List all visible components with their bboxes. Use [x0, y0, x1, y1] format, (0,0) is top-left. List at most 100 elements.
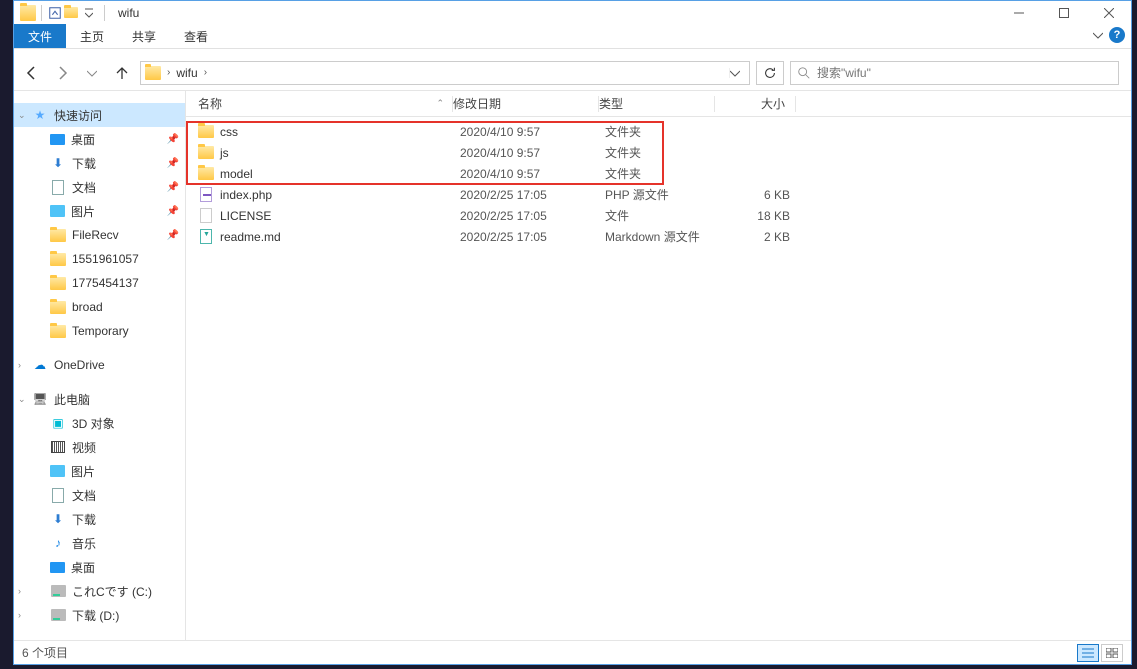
document-icon	[50, 179, 66, 195]
qat-properties-icon[interactable]	[47, 5, 63, 21]
column-size[interactable]: 大小	[715, 95, 795, 112]
chevron-right-icon[interactable]: ›	[18, 586, 21, 596]
qat-customize-icon[interactable]	[83, 5, 95, 21]
chevron-right-icon[interactable]: ›	[202, 67, 209, 78]
file-row[interactable]: js2020/4/10 9:57文件夹	[186, 142, 1131, 163]
video-icon	[50, 439, 66, 455]
status-bar: 6 个项目	[14, 640, 1131, 664]
address-history-dropdown[interactable]	[729, 68, 749, 78]
file-date: 2020/2/25 17:05	[460, 188, 605, 202]
sidebar-item-folder[interactable]: Temporary	[14, 319, 185, 343]
up-button[interactable]	[110, 61, 134, 85]
chevron-right-icon[interactable]: ›	[18, 610, 21, 620]
disk-icon	[50, 583, 66, 599]
file-date: 2020/2/25 17:05	[460, 209, 605, 223]
pin-icon: 📌	[167, 182, 179, 193]
close-button[interactable]	[1086, 1, 1131, 24]
body: ⌄ ★ 快速访问 桌面📌 ⬇下载📌 文档📌 图片📌 FileRecv📌 1551…	[14, 91, 1131, 640]
tab-file[interactable]: 文件	[14, 24, 66, 48]
sidebar-item-folder[interactable]: 1551961057	[14, 247, 185, 271]
sidebar-item-label: 图片	[71, 463, 95, 480]
help-icon[interactable]: ?	[1109, 27, 1125, 43]
cloud-icon: ☁	[32, 357, 48, 373]
sidebar-item-onedrive[interactable]: ›☁OneDrive	[14, 353, 185, 377]
music-icon: ♪	[50, 535, 66, 551]
view-details-button[interactable]	[1077, 644, 1099, 662]
sidebar-item-cdisk[interactable]: › これCです (C:)	[14, 579, 185, 603]
sidebar-item-label: FileRecv	[72, 228, 119, 242]
address-bar[interactable]: › wifu ›	[140, 61, 750, 85]
pin-icon: 📌	[167, 134, 179, 145]
sidebar-item-videos[interactable]: 视频	[14, 435, 185, 459]
file-type: Markdown 源文件	[605, 228, 720, 245]
file-row[interactable]: readme.md2020/2/25 17:05Markdown 源文件2 KB	[186, 226, 1131, 247]
tab-share[interactable]: 共享	[118, 24, 170, 48]
sidebar-item-folder[interactable]: broad	[14, 295, 185, 319]
ribbon-expand-icon[interactable]	[1093, 30, 1103, 40]
sidebar-item-label: 此电脑	[54, 391, 90, 408]
sidebar-item-quick-access[interactable]: ⌄ ★ 快速访问	[14, 103, 185, 127]
sidebar-item-thispc[interactable]: ⌄🖥此电脑	[14, 387, 185, 411]
sidebar-item-label: 1775454137	[72, 276, 139, 290]
file-row[interactable]: LICENSE2020/2/25 17:05文件18 KB	[186, 205, 1131, 226]
file-name: css	[220, 125, 460, 139]
php-icon	[198, 187, 214, 203]
qat-newfolder-icon[interactable]	[63, 5, 79, 21]
sidebar-item-3dobjects[interactable]: ▣3D 对象	[14, 411, 185, 435]
file-name: model	[220, 167, 460, 181]
title-separator	[104, 5, 105, 21]
sidebar-item-ddisk[interactable]: ›下载 (D:)	[14, 603, 185, 627]
sidebar-item-label: 文档	[72, 179, 96, 196]
tab-home[interactable]: 主页	[66, 24, 118, 48]
recent-locations-button[interactable]	[80, 61, 104, 85]
chevron-down-icon[interactable]: ⌄	[18, 394, 26, 405]
view-icons-button[interactable]	[1101, 644, 1123, 662]
sidebar-item-downloads[interactable]: ⬇下载	[14, 507, 185, 531]
document-icon	[50, 487, 66, 503]
address-folder-icon	[145, 66, 161, 80]
minimize-button[interactable]	[996, 1, 1041, 24]
search-box[interactable]	[790, 61, 1119, 85]
sidebar-item-desktop[interactable]: 桌面📌	[14, 127, 185, 151]
folder-icon	[198, 124, 214, 140]
back-button[interactable]	[20, 61, 44, 85]
sidebar-item-documents[interactable]: 文档 📌	[14, 175, 185, 199]
sidebar-item-label: これCです (C:)	[72, 583, 152, 600]
tab-view[interactable]: 查看	[170, 24, 222, 48]
forward-button[interactable]	[50, 61, 74, 85]
chevron-right-icon[interactable]: ›	[165, 67, 172, 78]
file-name: LICENSE	[220, 209, 460, 223]
sidebar-item-downloads[interactable]: ⬇下载📌	[14, 151, 185, 175]
sidebar-item-desktop[interactable]: 桌面	[14, 555, 185, 579]
sidebar-item-label: 音乐	[72, 535, 96, 552]
file-row[interactable]: index.php2020/2/25 17:05PHP 源文件6 KB	[186, 184, 1131, 205]
maximize-button[interactable]	[1041, 1, 1086, 24]
sidebar-item-label: 快速访问	[54, 107, 102, 124]
chevron-down-icon[interactable]: ⌄	[18, 110, 26, 121]
file-row[interactable]: model2020/4/10 9:57文件夹	[186, 163, 1131, 184]
file-rows: css2020/4/10 9:57文件夹js2020/4/10 9:57文件夹m…	[186, 117, 1131, 247]
sidebar-item-documents[interactable]: 文档	[14, 483, 185, 507]
file-size: 6 KB	[720, 188, 800, 202]
sidebar-item-folder[interactable]: 1775454137	[14, 271, 185, 295]
sidebar-item-label: 下载	[72, 155, 96, 172]
ribbon: 文件 主页 共享 查看 ?	[14, 24, 1131, 49]
sidebar-item-label: Temporary	[72, 324, 129, 338]
column-type[interactable]: 类型	[599, 95, 714, 112]
column-date[interactable]: 修改日期	[453, 95, 598, 112]
sidebar-item-pictures[interactable]: 图片	[14, 459, 185, 483]
sidebar-item-music[interactable]: ♪ 音乐	[14, 531, 185, 555]
sidebar-item-pictures[interactable]: 图片📌	[14, 199, 185, 223]
sidebar-item-filerecv[interactable]: FileRecv📌	[14, 223, 185, 247]
breadcrumb-folder[interactable]: wifu	[172, 66, 201, 80]
explorer-window: wifu 文件 主页 共享 查看 ? › wifu ›	[13, 0, 1132, 665]
file-row[interactable]: css2020/4/10 9:57文件夹	[186, 121, 1131, 142]
sidebar-item-label: 桌面	[71, 559, 95, 576]
refresh-button[interactable]	[756, 61, 784, 85]
search-input[interactable]	[817, 66, 1112, 80]
md-icon	[198, 229, 214, 245]
chevron-right-icon[interactable]: ›	[18, 360, 21, 370]
sidebar-item-label: 文档	[72, 487, 96, 504]
column-name[interactable]: 名称⌃	[194, 95, 452, 112]
file-date: 2020/2/25 17:05	[460, 230, 605, 244]
